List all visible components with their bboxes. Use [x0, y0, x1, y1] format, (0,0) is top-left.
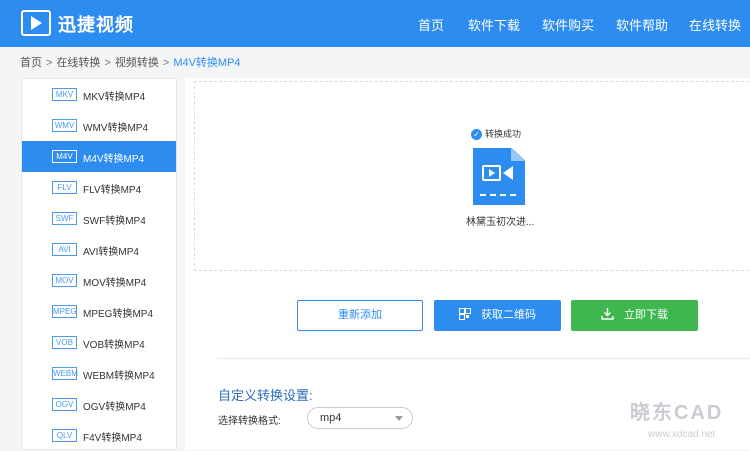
sidebar-item-label: AVI转换MP4 [83, 247, 139, 258]
video-logo-icon[interactable] [21, 10, 51, 36]
breadcrumb-online-convert[interactable]: 在线转换 [56, 57, 100, 69]
format-badge: QLV [52, 429, 77, 442]
format-badge: MKV [52, 88, 77, 101]
watermark-logo: 晓东CAD [630, 402, 724, 424]
format-badge: WMV [52, 119, 77, 132]
qrcode-label: 获取二维码 [481, 309, 536, 321]
check-circle-icon: ✓ [471, 129, 482, 141]
format-badge: SWF [52, 212, 77, 225]
download-button[interactable]: 立即下载 [571, 300, 698, 331]
chevron-down-icon [395, 416, 403, 421]
format-badge: M4V [52, 150, 77, 163]
sidebar-item-label: MKV转换MP4 [83, 92, 146, 103]
breadcrumb: 首页 > 在线转换 > 视频转换 > M4V转换MP4 [20, 57, 241, 69]
sidebar-item-label: MPEG转换MP4 [83, 309, 154, 320]
nav-home[interactable]: 首页 [418, 15, 444, 34]
sidebar-item-webm[interactable]: WEBM WEBM转换MP4 [22, 358, 176, 389]
sidebar-item-wmv[interactable]: WMV WMV转换MP4 [22, 110, 176, 141]
custom-settings-title: 自定义转换设置: [218, 388, 313, 403]
format-label: 选择转换格式: [218, 416, 281, 427]
divider [217, 358, 750, 359]
breadcrumb-video-convert[interactable]: 视频转换 [115, 57, 159, 69]
status-text: 转换成功 [485, 129, 522, 139]
sidebar-item-label: OGV转换MP4 [83, 402, 146, 413]
watermark-url: www.xdcad.net [648, 429, 716, 440]
format-badge: WEBM [52, 367, 78, 380]
sidebar-item-mpeg[interactable]: MPEG MPEG转换MP4 [22, 296, 176, 327]
sidebar-item-mov[interactable]: MOV MOV转换MP4 [22, 265, 176, 296]
download-icon [601, 308, 614, 320]
file-name: 林黛玉初次进... [466, 217, 535, 228]
breadcrumb-current: M4V转换MP4 [173, 57, 241, 69]
sidebar-item-label: SWF转换MP4 [83, 216, 146, 227]
sidebar-item-label: WEBM转换MP4 [83, 371, 155, 382]
sidebar-item-ogv[interactable]: OGV OGV转换MP4 [22, 389, 176, 420]
get-qrcode-button[interactable]: 获取二维码 [434, 300, 561, 331]
sidebar-item-label: F4V转换MP4 [83, 433, 142, 444]
sidebar-item-label: M4V转换MP4 [83, 154, 145, 165]
sidebar-item-m4v[interactable]: M4V M4V转换MP4 [22, 141, 176, 172]
breadcrumb-home[interactable]: 首页 [20, 57, 42, 69]
sidebar-item-avi[interactable]: AVI AVI转换MP4 [22, 234, 176, 265]
readd-button[interactable]: 重新添加 [297, 300, 423, 331]
sidebar-item-vob[interactable]: VOB VOB转换MP4 [22, 327, 176, 358]
top-header: 迅捷视频 首页 软件下载 软件购买 软件帮助 在线转换 [0, 0, 750, 47]
sidebar-item-label: WMV转换MP4 [83, 123, 148, 134]
sidebar-item-label: FLV转换MP4 [83, 185, 142, 196]
format-badge: VOB [52, 336, 77, 349]
nav-software-help[interactable]: 软件帮助 [616, 15, 668, 34]
format-badge: MPEG [52, 305, 77, 318]
format-badge: FLV [52, 181, 77, 194]
file-drop-area[interactable] [194, 81, 750, 271]
sidebar-item-label: MOV转换MP4 [83, 278, 147, 289]
app-title[interactable]: 迅捷视频 [58, 11, 134, 37]
nav-software-purchase[interactable]: 软件购买 [542, 15, 594, 34]
sidebar-item-label: VOB转换MP4 [83, 340, 145, 351]
nav-online-convert[interactable]: 在线转换 [689, 15, 741, 34]
sidebar-item-swf[interactable]: SWF SWF转换MP4 [22, 203, 176, 234]
main-panel: ✓ 转换成功 林黛玉初次进... 重新添加 获取二维码 立即下载 自定义转换设置:… [185, 78, 750, 450]
sidebar-item-flv[interactable]: FLV FLV转换MP4 [22, 172, 176, 203]
format-badge: MOV [52, 274, 77, 287]
download-label: 立即下载 [624, 309, 668, 321]
qrcode-icon [459, 308, 471, 321]
format-select-value: mp4 [320, 412, 342, 424]
sidebar: MKV MKV转换MP4 WMV WMV转换MP4 M4V M4V转换MP4 FLV F… [21, 78, 177, 450]
sidebar-item-mkv[interactable]: MKV MKV转换MP4 [22, 79, 176, 110]
sidebar-item-f4v[interactable]: QLV F4V转换MP4 [22, 420, 176, 451]
format-select[interactable]: mp4 [307, 407, 413, 429]
format-badge: OGV [52, 398, 77, 411]
format-badge: AVI [52, 243, 77, 256]
conversion-status: ✓ 转换成功 [471, 127, 522, 141]
nav-software-download[interactable]: 软件下载 [468, 15, 520, 34]
